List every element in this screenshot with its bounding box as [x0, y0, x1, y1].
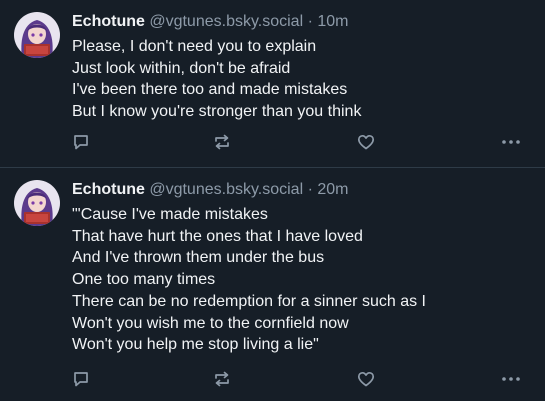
repost-button[interactable]: [211, 368, 233, 390]
handle[interactable]: @vgtunes.bsky.social: [149, 13, 303, 30]
avatar-image: [14, 180, 60, 226]
timestamp[interactable]: 20m: [317, 181, 348, 198]
post-text: "'Cause I've made mistakes That have hur…: [72, 204, 531, 356]
reply-button[interactable]: [70, 131, 92, 153]
post[interactable]: Echotune @vgtunes.bsky.social · 20m "'Ca…: [0, 168, 545, 401]
more-options-button[interactable]: [500, 368, 522, 390]
post-line: And I've thrown them under the bus: [72, 249, 325, 267]
more-options-button[interactable]: [500, 131, 522, 153]
like-icon: [357, 371, 375, 387]
post-line: Won't you wish me to the cornfield now: [72, 314, 349, 332]
post-line: That have hurt the ones that I have love…: [72, 227, 363, 245]
timestamp[interactable]: 10m: [317, 13, 348, 30]
post-line: Just look within, don't be afraid: [72, 59, 291, 77]
more-icon: [502, 140, 520, 144]
post-line: Won't you help me stop living a lie": [72, 336, 319, 354]
post-actions: [0, 368, 545, 390]
separator: ·: [307, 13, 313, 30]
post-line: "'Cause I've made mistakes: [72, 206, 268, 223]
post-line: But I know you're stronger than you thin…: [72, 103, 362, 121]
separator: ·: [307, 181, 313, 198]
repost-icon: [215, 371, 229, 387]
post-feed: Echotune @vgtunes.bsky.social · 10m Plea…: [0, 0, 545, 401]
more-icon: [502, 377, 520, 381]
post[interactable]: Echotune @vgtunes.bsky.social · 10m Plea…: [0, 0, 545, 167]
handle[interactable]: @vgtunes.bsky.social: [149, 181, 303, 198]
post-text: Please, I don't need you to explain Just…: [72, 36, 531, 123]
post-line: One too many times: [72, 271, 216, 289]
post-header: Echotune @vgtunes.bsky.social · 20m: [72, 180, 531, 200]
display-name[interactable]: Echotune: [72, 13, 145, 30]
like-icon: [357, 134, 375, 150]
display-name[interactable]: Echotune: [72, 181, 145, 198]
avatar-image: [14, 12, 60, 58]
post-actions: [0, 131, 545, 153]
post-line: I've been there too and made mistakes: [72, 81, 348, 99]
repost-button[interactable]: [211, 131, 233, 153]
reply-button[interactable]: [70, 368, 92, 390]
reply-icon: [74, 372, 88, 387]
post-header: Echotune @vgtunes.bsky.social · 10m: [72, 12, 531, 32]
like-button[interactable]: [355, 368, 377, 390]
repost-icon: [215, 134, 229, 150]
avatar[interactable]: [14, 12, 60, 58]
post-content: Echotune @vgtunes.bsky.social · 20m "'Ca…: [72, 180, 531, 356]
reply-icon: [74, 135, 88, 150]
avatar[interactable]: [14, 180, 60, 226]
post-content: Echotune @vgtunes.bsky.social · 10m Plea…: [72, 12, 531, 123]
like-button[interactable]: [355, 131, 377, 153]
post-line: There can be no redemption for a sinner …: [72, 292, 426, 310]
post-line: Please, I don't need you to explain: [72, 38, 317, 55]
